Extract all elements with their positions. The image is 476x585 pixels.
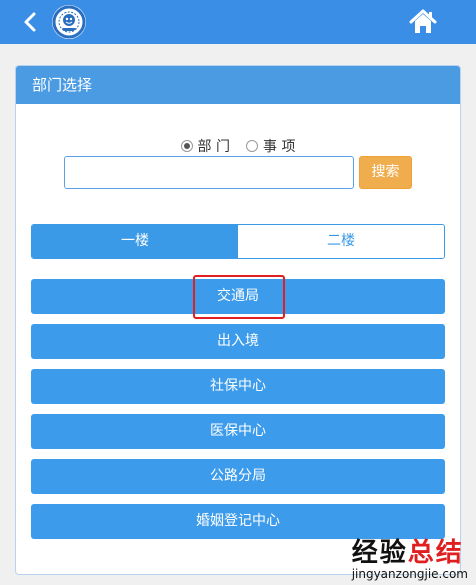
search-input[interactable] [64, 156, 354, 189]
tab-second-floor[interactable]: 二楼 [238, 225, 444, 258]
tab-first-floor[interactable]: 一楼 [32, 225, 238, 258]
home-icon[interactable] [408, 9, 438, 35]
top-bar [0, 0, 476, 44]
watermark-title: 经验总结 [352, 532, 468, 569]
radio-checked-icon[interactable] [180, 140, 193, 152]
radio-item-label: 事 项 [263, 139, 296, 155]
department-button-immigration[interactable]: 出入境 [31, 324, 445, 359]
chevron-left-icon[interactable] [20, 11, 42, 33]
watermark-url: jingyanzongjie.com [351, 567, 468, 581]
agency-logo-icon [52, 5, 86, 39]
watermark-text-red: 总结 [407, 538, 464, 568]
watermark-text-black: 经验 [351, 538, 408, 568]
radio-department-label: 部 门 [197, 139, 230, 155]
radio-department[interactable]: 部 门 [180, 136, 230, 156]
department-button-highway[interactable]: 公路分局 [31, 459, 445, 494]
department-button-social-security[interactable]: 社保中心 [31, 369, 445, 404]
search-button[interactable]: 搜索 [359, 156, 412, 189]
radio-unchecked-icon[interactable] [246, 140, 258, 152]
department-button-medical-insurance[interactable]: 医保中心 [31, 414, 445, 449]
department-list: 交通局 出入境 社保中心 医保中心 公路分局 婚姻登记中心 [31, 275, 445, 549]
panel-title: 部门选择 [16, 66, 460, 104]
search-type-radio-group: 部 门 事 项 [16, 136, 460, 156]
radio-item[interactable]: 事 项 [246, 136, 295, 156]
floor-tabs: 一楼 二楼 [31, 224, 445, 259]
watermark: 经验总结 jingyanzongjie.com [352, 532, 468, 581]
department-selection-panel: 部门选择 部 门 事 项 搜索 一楼 二楼 交通局 出入境 社保中心 医保中心 … [15, 65, 461, 575]
department-button-transport[interactable]: 交通局 [31, 275, 445, 319]
